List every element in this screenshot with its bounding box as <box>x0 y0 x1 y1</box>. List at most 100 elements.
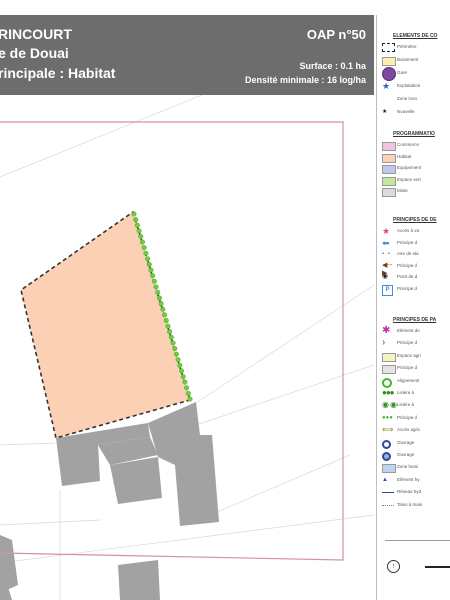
hedge-dot <box>136 228 142 234</box>
hedge-dot <box>133 217 139 223</box>
legend-item: Commerce <box>377 140 450 152</box>
legend-section-title: PRINCIPES DE PA <box>393 317 437 323</box>
site-map[interactable] <box>0 95 374 600</box>
hedge-dot <box>163 318 169 324</box>
hedge-dot <box>155 289 161 295</box>
hedge-dot <box>180 374 186 380</box>
legend-item: Espace vert <box>377 175 450 187</box>
hedge-dot <box>185 390 191 396</box>
legend-item: ✱ Elément de <box>377 326 450 338</box>
legend-item: ●●● Principe d <box>377 413 450 425</box>
hedge-dot <box>145 256 151 262</box>
hedge-dot <box>162 312 168 318</box>
scale-bar <box>425 566 450 568</box>
legend-item: Espace agri <box>377 351 450 363</box>
legend-item: Ouvrage <box>377 438 450 450</box>
light-grey-rect-icon <box>382 364 396 375</box>
legend-item-label: Talus à main <box>397 501 423 507</box>
hedge-dot <box>158 301 164 307</box>
north-arrow-icon: ↑ <box>387 560 400 573</box>
double-circle-icon: ◉◉ <box>382 400 398 410</box>
legend-item-label: Principe d <box>397 262 418 268</box>
hedge-dot <box>187 396 193 402</box>
legend-item: Zone inon <box>377 94 450 106</box>
oap-number: OAP n°50 <box>306 27 366 42</box>
legend-item: Habitat <box>377 152 450 164</box>
olive-arrow-icon: ⟺ <box>382 425 394 435</box>
blue-arrow-icon: ⬅ <box>382 237 390 248</box>
legend-item-label: Equipement <box>397 165 422 170</box>
light-blue-rect-icon <box>382 463 396 474</box>
dashed-rect-icon <box>382 43 396 52</box>
legend-item: Alignement <box>377 376 450 388</box>
blue-line-icon <box>382 488 396 497</box>
hedge-dot <box>153 284 159 290</box>
hedge-dot <box>143 250 149 256</box>
legend-item-label: Gare <box>397 70 408 75</box>
legend-item-label: Périmètre <box>397 44 417 49</box>
hedge-dot <box>139 239 145 245</box>
legend-item-label: Mixte <box>397 188 408 193</box>
legend-item: Equipement <box>377 163 450 175</box>
green-dots-icon: ●●● <box>382 414 393 421</box>
legend-item: Principe d <box>377 363 450 375</box>
hedge-dot <box>131 211 137 217</box>
legend-item-label: Principe d <box>397 285 418 291</box>
hedge-dot <box>151 278 157 284</box>
pink-rect-icon <box>382 141 396 151</box>
legend-panel: ELEMENTS DE CO Périmètre Boisement Gare ★ Exp… <box>376 15 450 600</box>
hedge-dot <box>168 334 174 340</box>
blue-ring-icon <box>382 439 396 449</box>
grey-rect-icon <box>382 187 396 197</box>
blue-ring2-icon <box>382 451 396 461</box>
hedge-dot <box>184 385 190 391</box>
legend-item-label: Accès à va <box>397 228 420 233</box>
legend-item-label: Habitat <box>397 153 412 159</box>
legend-item-label: Accès agric <box>397 427 421 433</box>
legend-item-label: Ouvrage <box>397 452 415 457</box>
legend-item: ◀--▶ Principe d <box>377 261 450 277</box>
legend-section-title: PRINCIPES DE DE <box>393 217 437 223</box>
legend-item-label: Commerce <box>397 142 420 147</box>
legend-item: ★ Nouvelle <box>377 107 450 119</box>
legend-item: › Principe d <box>377 338 450 350</box>
flower-icon: ✱ <box>382 325 391 336</box>
legend-item-label: Elément hy <box>397 476 420 482</box>
blue-dotted-icon: ▪ ▪ <box>382 251 391 257</box>
hedge-dot <box>175 357 181 363</box>
hedge-dot <box>165 323 171 329</box>
legend-item-label: Principe d <box>397 340 418 346</box>
surface-label: Surface : 0.1 ha <box>299 61 366 71</box>
legend-item-label: Lisière à <box>397 390 415 395</box>
hedge-dot <box>173 351 179 357</box>
star-icon: ★ <box>382 81 391 91</box>
legend-item: Gare <box>377 67 450 81</box>
pale-yellow-rect-icon <box>382 352 396 362</box>
commune-name: RINCOURT <box>0 26 72 42</box>
legend-item-label: Exploitation <box>397 83 421 88</box>
hedge-dot <box>170 340 176 346</box>
legend-item: ⬅ Principe d <box>377 238 450 250</box>
map-header: RINCOURT e de Douai rincipale : Habitat … <box>0 15 374 95</box>
hedge-dot <box>179 368 185 374</box>
legend-item: ◉ Point de d <box>377 272 450 284</box>
legend-item: Talus à main <box>377 500 450 512</box>
legend-item: P Principe d <box>377 284 450 296</box>
dotted-line-icon <box>382 501 396 510</box>
tree-cluster-icon: ●●● <box>382 388 395 397</box>
legend-item-label: Principe d <box>397 239 418 245</box>
legend-item-label: Zone inon <box>397 96 418 101</box>
legend-divider <box>385 540 450 541</box>
legend-item: ◉◉ Lisière à <box>377 400 450 412</box>
green-circle-icon <box>382 377 396 388</box>
double-arrow-icon: ◀--▶ <box>382 261 393 277</box>
density-label: Densité minimale : 16 log/ha <box>244 75 366 85</box>
legend-item: ⟺ Accès agric <box>377 425 450 437</box>
legend-item: ▲ Elément hy <box>377 475 450 487</box>
small-star-icon: ★ <box>382 109 388 115</box>
hedge-dot <box>172 346 178 352</box>
hedge-dot <box>146 261 152 267</box>
parking-icon: P <box>382 284 396 296</box>
legend-item: Ouvrage <box>377 450 450 462</box>
hedge-dot <box>182 379 188 385</box>
